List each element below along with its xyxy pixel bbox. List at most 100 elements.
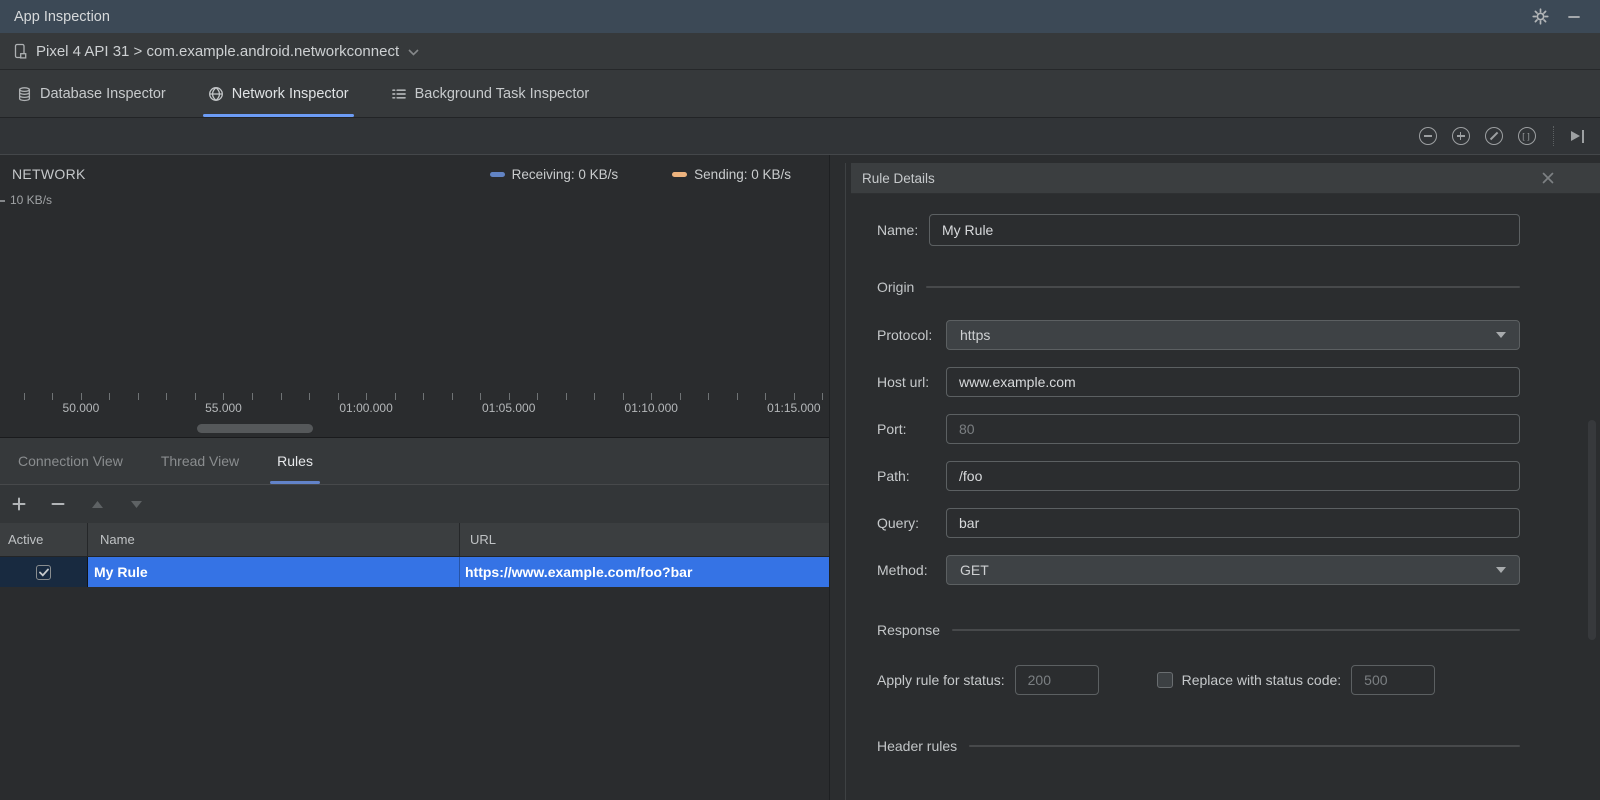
rules-table-header: Active Name URL: [0, 523, 829, 557]
remove-rule-button[interactable]: [50, 496, 66, 512]
titlebar: App Inspection: [0, 0, 1600, 33]
column-header-url[interactable]: URL: [460, 523, 829, 556]
receiving-swatch-icon: [489, 172, 505, 177]
protocol-value: https: [960, 327, 991, 343]
axis-tick: [223, 393, 225, 400]
response-status-row: Apply rule for status: Replace with stat…: [877, 665, 1520, 695]
protocol-label: Protocol:: [877, 327, 933, 343]
axis-tick-label: 50.000: [62, 401, 100, 415]
zoom-in-icon[interactable]: [1451, 127, 1470, 145]
jump-to-live-icon[interactable]: [1570, 129, 1584, 143]
device-process-bar[interactable]: Pixel 4 API 31 > com.example.android.net…: [0, 33, 1600, 70]
port-row: Port:: [877, 414, 1520, 444]
axis-tick: [508, 393, 510, 400]
method-value: GET: [960, 562, 989, 578]
query-input[interactable]: [946, 508, 1520, 538]
axis-tick-label: 55.000: [205, 401, 242, 415]
axis-tick: [708, 393, 710, 400]
zoom-to-selection-icon[interactable]: [ ]: [1517, 127, 1536, 145]
timeline-toolbar: [ ]: [0, 118, 1600, 155]
rule-name-cell: My Rule: [88, 557, 460, 587]
axis-tick: [822, 393, 824, 400]
apply-status-input[interactable]: [1014, 665, 1099, 695]
gear-icon[interactable]: [1530, 7, 1550, 27]
host-input[interactable]: [946, 367, 1520, 397]
axis-tick: [52, 393, 54, 400]
axis-tick: [793, 393, 795, 400]
axis-tick-label: 01:15.000: [767, 401, 821, 415]
section-divider: [926, 286, 1520, 288]
rule-active-checkbox[interactable]: [36, 564, 51, 580]
panel-splitter[interactable]: [830, 155, 851, 800]
move-down-button[interactable]: [128, 496, 144, 512]
axis-tick: [194, 393, 196, 400]
tab-network-inspector[interactable]: Network Inspector: [202, 70, 354, 117]
tab-rules[interactable]: Rules: [270, 438, 320, 484]
chart-title: NETWORK: [12, 166, 86, 182]
details-scrollbar-thumb[interactable]: [1588, 420, 1596, 640]
content-area: NETWORK Receiving: 0 KB/s Sending: 0 KB/…: [0, 155, 1600, 800]
timeline-scrollbar-thumb[interactable]: [197, 424, 313, 433]
window-title: App Inspection: [14, 8, 110, 25]
tab-connection-view[interactable]: Connection View: [18, 438, 123, 484]
column-header-name[interactable]: Name: [88, 523, 460, 556]
host-label: Host url:: [877, 374, 930, 390]
query-label: Query:: [877, 515, 920, 531]
minimize-icon[interactable]: [1564, 7, 1584, 27]
chart-legend: Receiving: 0 KB/s Sending: 0 KB/s: [489, 167, 791, 182]
tab-background-task-inspector[interactable]: Background Task Inspector: [388, 70, 593, 117]
tab-label: Background Task Inspector: [414, 85, 590, 102]
axis-tick: [252, 393, 254, 400]
axis-tick: [80, 393, 82, 400]
method-dropdown[interactable]: GET: [946, 555, 1520, 585]
port-input[interactable]: [946, 414, 1520, 444]
legend-label: Receiving: 0 KB/s: [511, 167, 619, 182]
replace-status-checkbox[interactable]: [1156, 672, 1173, 688]
move-up-button[interactable]: [89, 496, 105, 512]
section-divider: [969, 745, 1520, 747]
tab-database-inspector[interactable]: Database Inspector: [14, 70, 169, 117]
axis-tick: [23, 393, 25, 400]
axis-tick: [394, 393, 396, 400]
header-rules-section-label: Header rules: [877, 738, 958, 754]
network-pane: NETWORK Receiving: 0 KB/s Sending: 0 KB/…: [0, 155, 830, 800]
reset-zoom-icon[interactable]: [1484, 127, 1503, 145]
table-row[interactable]: My Rule https://www.example.com/foo?bar: [0, 557, 829, 587]
response-section-header: Response: [877, 621, 1520, 639]
table-empty-area: [0, 587, 829, 800]
axis-tick-label: 01:05.000: [481, 401, 536, 415]
zoom-out-icon[interactable]: [1418, 127, 1437, 145]
protocol-dropdown[interactable]: https: [946, 320, 1520, 350]
tab-label: Thread View: [160, 453, 240, 469]
device-phone-icon: [12, 43, 29, 60]
axis-tick-label: 01:00.000: [339, 401, 393, 415]
axis-tick: [537, 393, 539, 400]
name-label: Name:: [877, 222, 919, 238]
list-icon: [391, 86, 407, 102]
network-chart[interactable]: NETWORK Receiving: 0 KB/s Sending: 0 KB/…: [0, 155, 829, 437]
axis-tick: [736, 393, 738, 400]
dropdown-arrow-icon: [1496, 567, 1506, 573]
tab-thread-view[interactable]: Thread View: [161, 438, 239, 484]
tab-label: Network Inspector: [231, 85, 349, 102]
name-input[interactable]: [929, 214, 1520, 246]
axis-tick: [423, 393, 425, 400]
rule-active-cell: [0, 557, 88, 587]
axis-tick: [765, 393, 767, 400]
rule-url-cell: https://www.example.com/foo?bar: [460, 557, 829, 587]
axis-tick: [679, 393, 681, 400]
apply-status-label: Apply rule for status:: [877, 672, 1005, 688]
axis-tick: [366, 393, 368, 400]
replace-status-input[interactable]: [1351, 665, 1436, 695]
axis-tick: [594, 393, 596, 400]
legend-sending: Sending: 0 KB/s: [672, 167, 791, 182]
rule-url: https://www.example.com/foo?bar: [465, 564, 693, 580]
rule-details-title: Rule Details: [862, 170, 935, 186]
add-rule-button[interactable]: [11, 496, 27, 512]
path-input[interactable]: [946, 461, 1520, 491]
axis-tick: [651, 393, 653, 400]
globe-icon: [208, 86, 224, 102]
axis-tick: [480, 393, 482, 400]
close-icon[interactable]: [1542, 172, 1554, 184]
column-header-active[interactable]: Active: [0, 523, 88, 556]
